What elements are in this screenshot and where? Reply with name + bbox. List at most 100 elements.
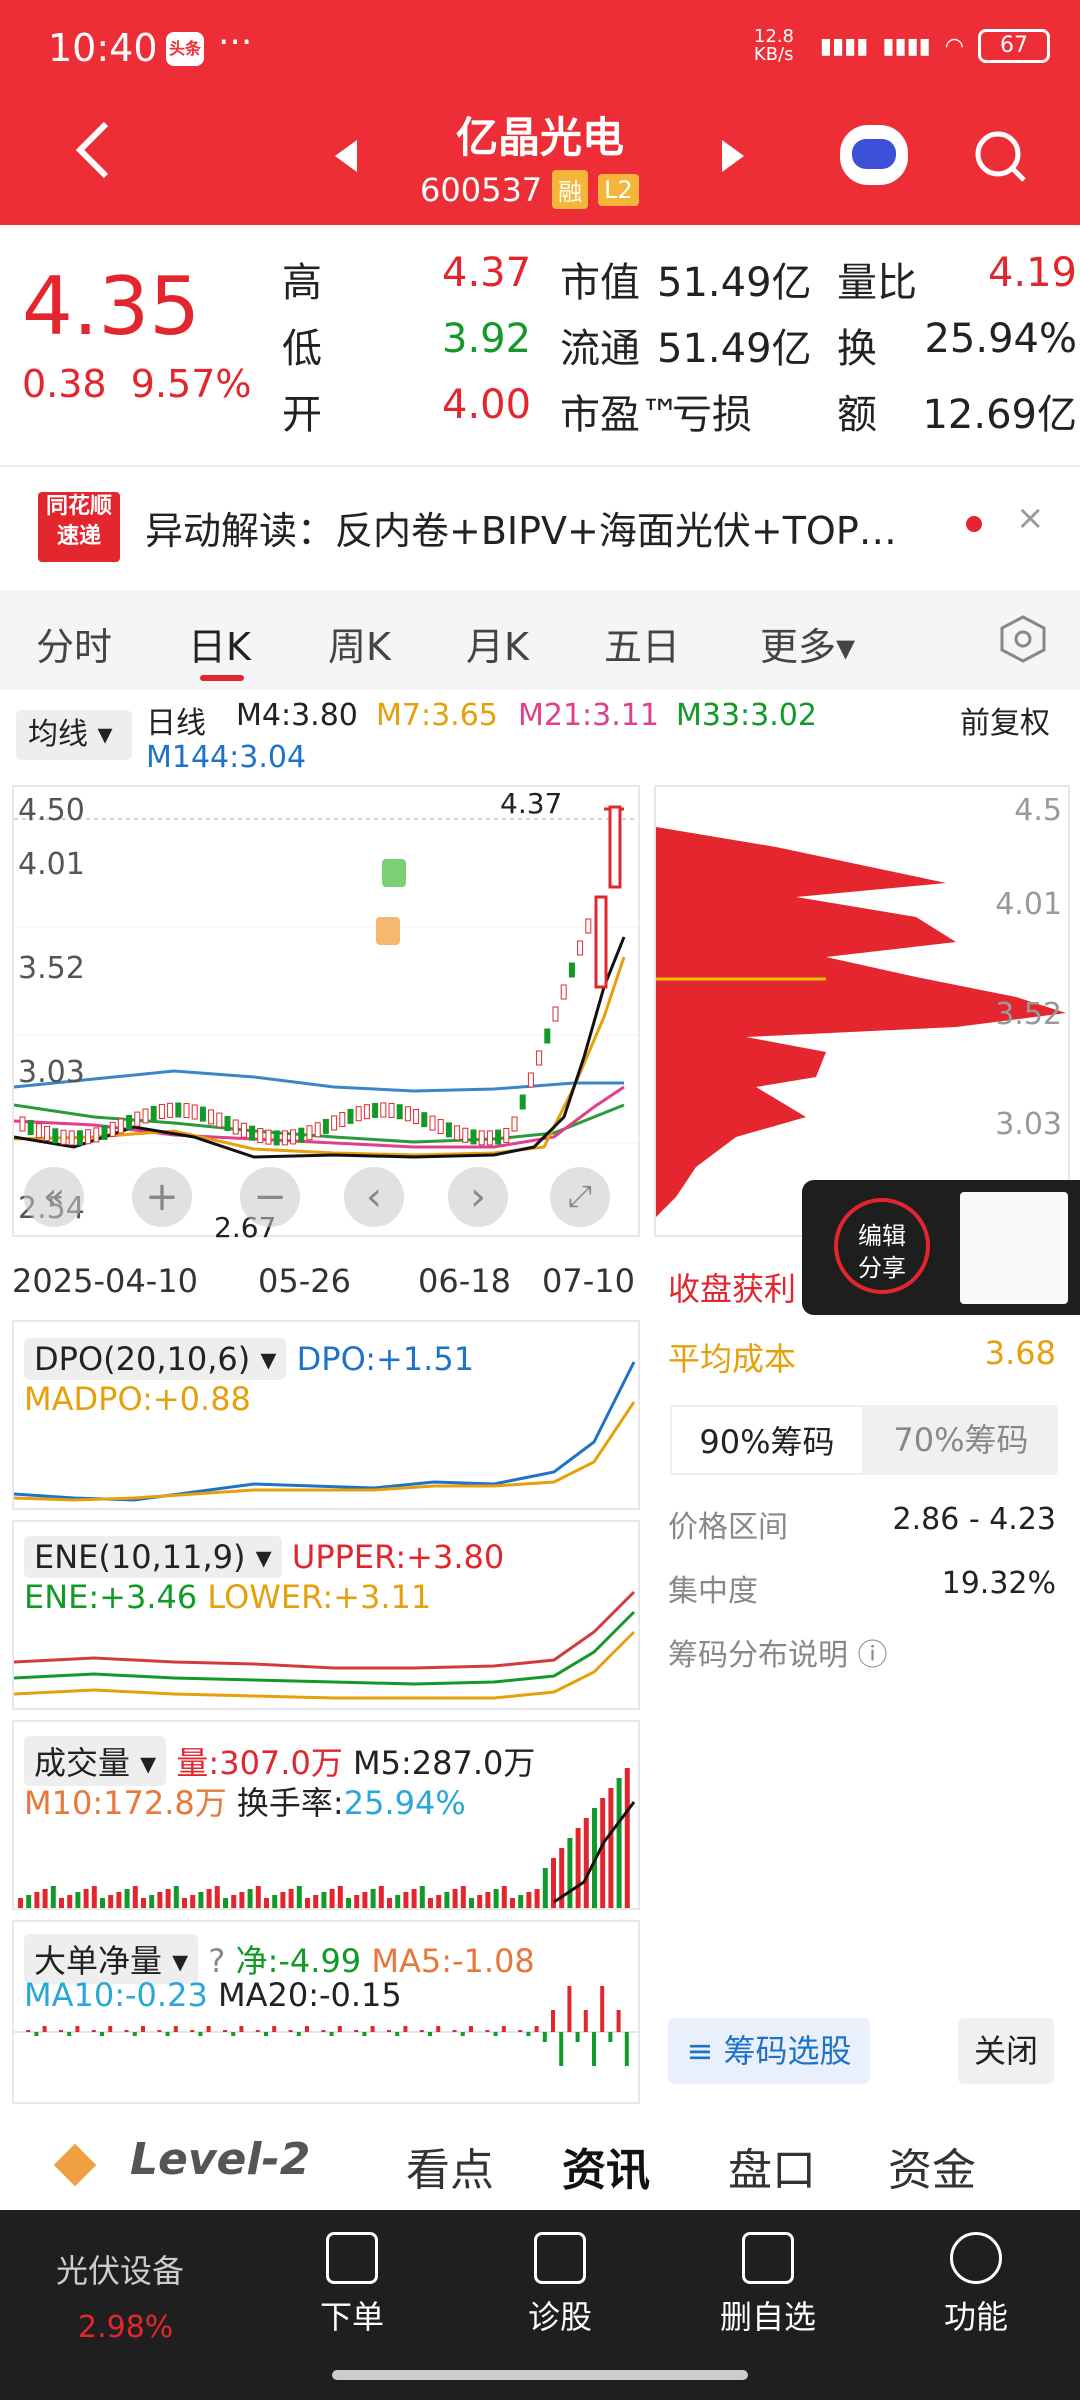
bigorder-bar (436, 2026, 441, 2032)
home-indicator[interactable] (332, 2370, 748, 2380)
next-stock-icon[interactable] (722, 140, 744, 172)
zoom-out-icon[interactable]: − (240, 1167, 300, 1227)
diagnose-button[interactable]: 诊股 (500, 2232, 620, 2338)
candle (577, 940, 584, 956)
candle (35, 1123, 42, 1139)
help-icon[interactable]: ? (208, 1942, 225, 1980)
tab-pankou[interactable]: 盘口 (728, 2134, 816, 2198)
tab-monthly-k[interactable]: 月K (466, 616, 529, 671)
order-button[interactable]: 下单 (292, 2232, 412, 2338)
tab-kandian[interactable]: 看点 (406, 2134, 494, 2198)
news-banner[interactable]: 同花顺 速递 异动解读：反内卷+BIPV+海面光伏+TOP… × (0, 470, 1080, 580)
bigorder-bar (272, 2026, 277, 2032)
chip-y-tick: 4.5 (1014, 793, 1062, 828)
ma-legend: 均线 ▾ 日线 M4:3.80 M7:3.65 M21:3.11 M33:3.0… (0, 690, 1080, 790)
remove-watchlist-button[interactable]: 删自选 (708, 2232, 828, 2338)
volume-bar (288, 1889, 294, 1908)
volume-bar (255, 1886, 261, 1908)
chip-y-tick: 3.52 (995, 997, 1062, 1032)
candle (298, 1127, 305, 1143)
volume-bar (362, 1892, 368, 1908)
tab-five-day[interactable]: 五日 (604, 616, 680, 671)
ma33-value: M33:3.02 (676, 698, 817, 733)
chip-select-button[interactable]: ≡ 筹码选股 (668, 2018, 870, 2084)
zoom-in-icon[interactable]: + (132, 1167, 192, 1227)
sector-name[interactable]: 光伏设备 (56, 2246, 184, 2292)
bigorder-bar (26, 2030, 31, 2032)
news-text[interactable]: 异动解读：反内卷+BIPV+海面光伏+TOP… (145, 500, 897, 555)
stock-title: 亿晶光电 (455, 113, 624, 162)
candle (126, 1114, 133, 1130)
ene-select[interactable]: ENE(10,11,9) ▾ (24, 1536, 282, 1578)
volume-bar (346, 1898, 351, 1908)
volume-bar (469, 1898, 474, 1908)
volume-bar (485, 1892, 491, 1908)
robot-assistant-icon[interactable] (840, 125, 908, 185)
screenshot-thumbnail[interactable] (960, 1192, 1068, 1304)
search-icon[interactable] (972, 128, 1028, 184)
tab-70-chip[interactable]: 70%筹码 (864, 1405, 1058, 1475)
change-pct: 9.57% (130, 362, 252, 406)
chip-explain-link[interactable]: 筹码分布说明 ⓘ (668, 1630, 888, 1674)
candle (322, 1118, 329, 1134)
volume-bar (428, 1898, 433, 1908)
bigorder-panel[interactable]: 大单净量 ▾ ? 净:-4.99 MA5:-1.08 MA10:-0.23 MA… (12, 1920, 640, 2104)
kline-chart[interactable]: 4.50 4.01 3.52 3.03 2.54 4.37 2.67 « + −… (12, 785, 640, 1244)
candle (355, 1106, 362, 1122)
functions-button[interactable]: 功能 (916, 2232, 1036, 2338)
remove-icon (742, 2232, 794, 2284)
bigorder-bar (91, 2030, 96, 2032)
candle (167, 1102, 174, 1118)
chip-distribution[interactable]: 4.5 4.01 3.52 3.03 (654, 785, 1070, 1237)
unread-dot-icon (966, 516, 982, 532)
tab-90-chip[interactable]: 90%筹码 (670, 1405, 864, 1475)
diagnose-icon (534, 2232, 586, 2284)
edit-share-floating[interactable]: 编辑 分享 (802, 1180, 1080, 1315)
tab-fenshi[interactable]: 分时 (36, 616, 112, 671)
avg-cost-label: 平均成本 (668, 1340, 797, 1378)
news-close-icon[interactable]: × (1016, 498, 1045, 538)
bigorder-bar (329, 2032, 334, 2036)
settings-hex-icon[interactable] (998, 614, 1048, 664)
scroll-right-icon[interactable]: › (448, 1167, 508, 1227)
edit-share-button[interactable]: 编辑 分享 (834, 1198, 930, 1294)
kline-svg (13, 805, 638, 1159)
tab-level2[interactable]: Level-2 (130, 2134, 310, 2185)
adjust-mode[interactable]: 前复权 (960, 698, 1050, 742)
level2-diamond-icon (53, 2143, 97, 2187)
volume-bar (501, 1886, 507, 1908)
bigorder-bar (157, 2030, 162, 2032)
bigorder-bar (592, 2032, 596, 2066)
dpo-panel[interactable]: DPO(20,10,6) ▾ DPO:+1.51 MADPO:+0.88 (12, 1320, 640, 1510)
tab-funds[interactable]: 资金 (888, 2134, 976, 2198)
list-icon: ≡ (686, 2032, 724, 2070)
chip-close-button[interactable]: 关闭 (958, 2018, 1054, 2084)
bigorder-bar (255, 2030, 260, 2032)
candle (421, 1112, 428, 1128)
tab-weekly-k[interactable]: 周K (328, 616, 391, 671)
candle (109, 1121, 116, 1137)
volume-bar (42, 1889, 48, 1908)
tab-daily-k[interactable]: 日K (188, 616, 251, 671)
tab-more[interactable]: 更多▾ (760, 616, 855, 671)
scroll-left-icon[interactable]: ‹ (344, 1167, 404, 1227)
bigorder-bar (575, 2032, 580, 2042)
volume-bar (444, 1892, 450, 1908)
volume-bar (419, 1886, 425, 1908)
bigorder-bar (485, 2030, 490, 2032)
volume-panel[interactable]: 成交量 ▾ 量:307.0万 M5:287.0万 M10:172.8万 换手率:… (12, 1720, 640, 1910)
quote-value: 51.49亿 (657, 260, 812, 306)
bigorder-net: 净:-4.99 (235, 1942, 362, 1980)
ma-select[interactable]: 均线 ▾ (16, 710, 132, 760)
tab-news[interactable]: 资讯 (562, 2134, 650, 2198)
bigorder-bar (173, 2026, 178, 2032)
rewind-icon[interactable]: « (24, 1167, 84, 1227)
ene-panel[interactable]: ENE(10,11,9) ▾ UPPER:+3.80 ENE:+3.46 LOW… (12, 1520, 640, 1710)
fullscreen-icon[interactable]: ⤢ (550, 1167, 610, 1227)
bigorder-bar (206, 2026, 211, 2032)
bigorder-bar (75, 2026, 80, 2032)
quote-key: 市盈™ (560, 392, 680, 438)
candle (429, 1115, 436, 1131)
volume-bar (387, 1898, 392, 1908)
y-tick: 4.50 (18, 793, 85, 828)
